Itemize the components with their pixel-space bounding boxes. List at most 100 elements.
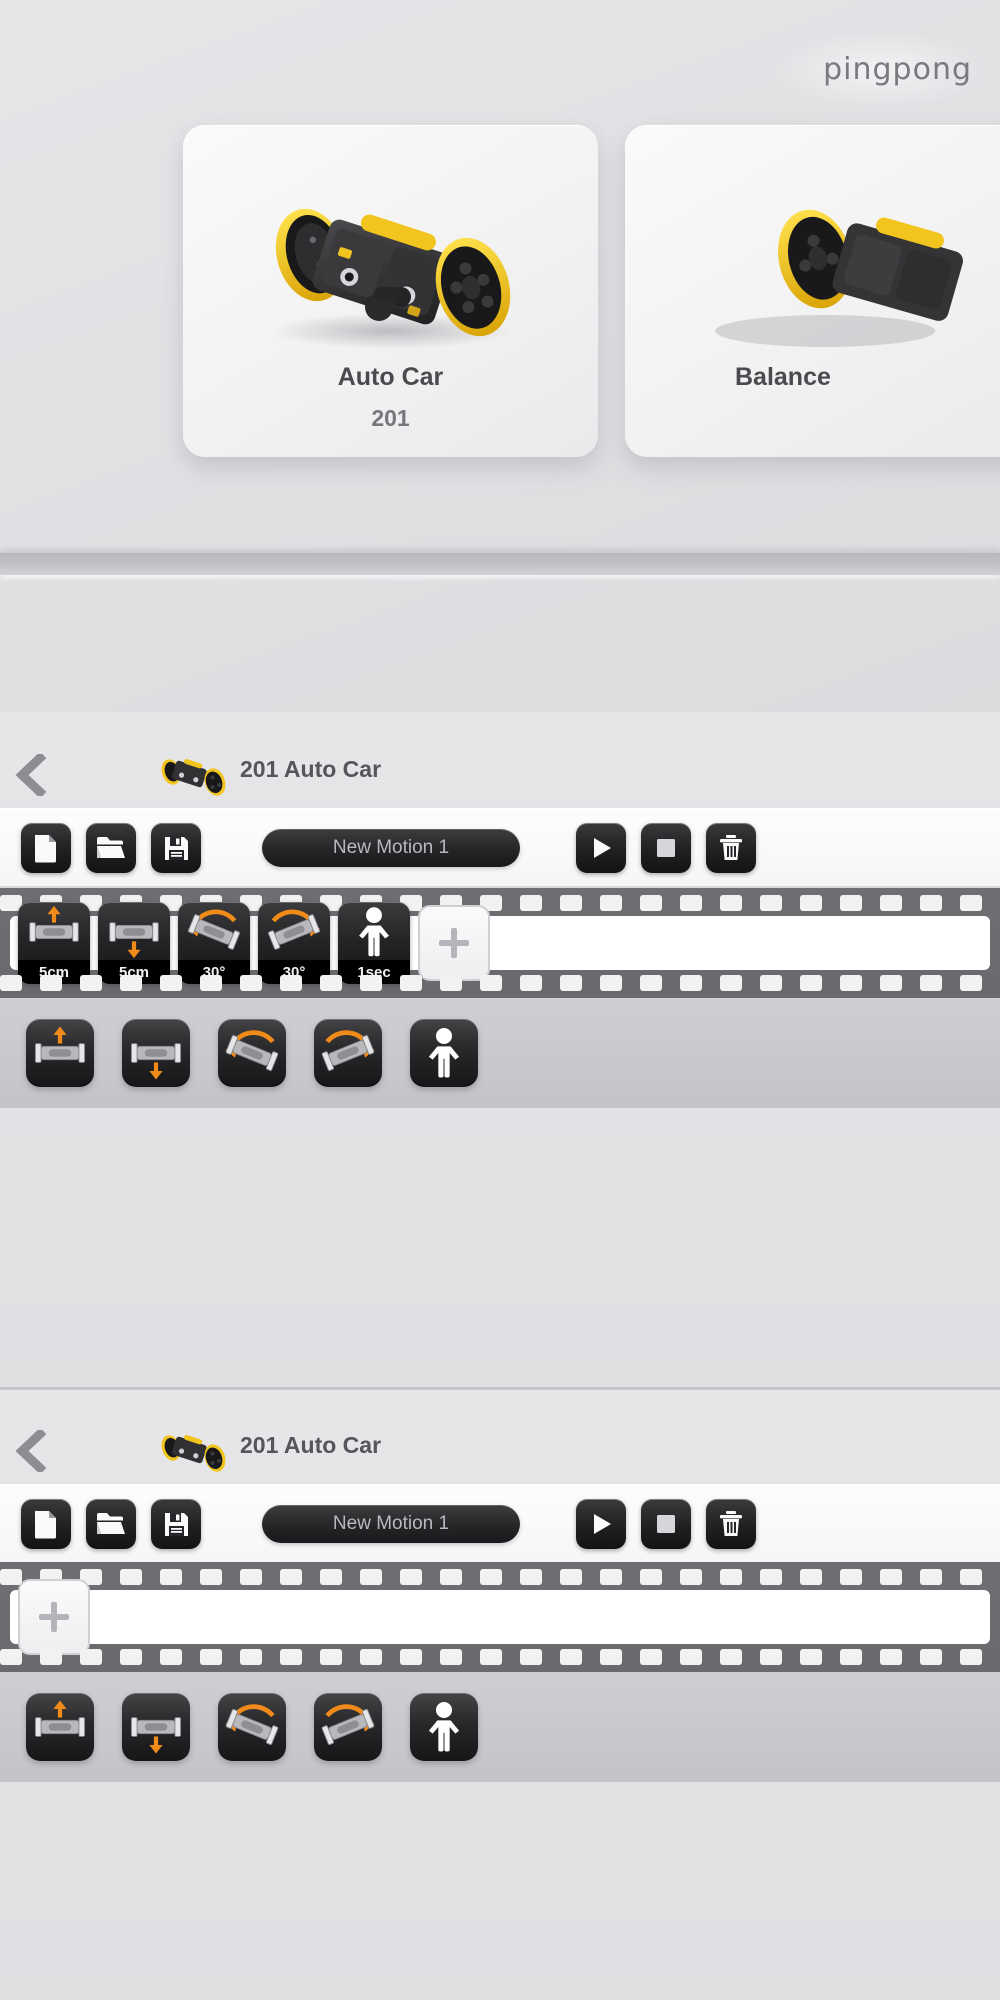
keyframe-tile[interactable]: 1sec bbox=[338, 902, 410, 984]
stop-icon bbox=[653, 835, 679, 861]
editor-title: 201 Auto Car bbox=[240, 756, 382, 782]
palette-move-up-button[interactable] bbox=[26, 1019, 94, 1087]
save-button[interactable] bbox=[151, 823, 201, 873]
film-perforation bbox=[360, 975, 382, 991]
keyframe-filmstrip-1[interactable]: 5cm 5cm 30° 30° 1sec bbox=[0, 888, 1000, 998]
film-perforation bbox=[640, 975, 662, 991]
film-perforation bbox=[880, 1649, 902, 1665]
film-perforation bbox=[840, 1649, 862, 1665]
open-folder-icon bbox=[96, 835, 126, 861]
film-perforation bbox=[680, 1649, 702, 1665]
film-perforation bbox=[80, 1649, 102, 1665]
film-perforation bbox=[120, 975, 142, 991]
film-perforation bbox=[320, 1569, 342, 1585]
film-perforation bbox=[640, 1649, 662, 1665]
play-icon bbox=[588, 1511, 614, 1537]
film-perforation bbox=[920, 895, 942, 911]
chevron-left-icon[interactable] bbox=[14, 754, 48, 796]
film-perforation bbox=[960, 895, 982, 911]
motion-name-input[interactable]: New Motion 1 bbox=[262, 829, 520, 867]
model-card-title: Auto Car bbox=[337, 363, 444, 391]
play-button[interactable] bbox=[576, 1499, 626, 1549]
keyframe-tile[interactable]: 30° bbox=[178, 902, 250, 984]
film-perforation bbox=[320, 975, 342, 991]
palette-pose-person-button[interactable] bbox=[410, 1019, 478, 1087]
film-perforation bbox=[480, 975, 502, 991]
model-card-code: 201 bbox=[371, 405, 410, 431]
delete-button[interactable] bbox=[706, 1499, 756, 1549]
film-perforation bbox=[520, 975, 542, 991]
film-perforation bbox=[640, 895, 662, 911]
film-perforation bbox=[440, 1649, 462, 1665]
film-perforation bbox=[720, 975, 742, 991]
open-file-button[interactable] bbox=[86, 1499, 136, 1549]
film-perforation bbox=[600, 895, 622, 911]
motion-editor-section-2: 201 Auto Car New Motion 1 bbox=[0, 1390, 1000, 2000]
play-button[interactable] bbox=[576, 823, 626, 873]
keyframe-tile[interactable]: 5cm bbox=[98, 902, 170, 984]
model-card-balance[interactable]: Balance bbox=[625, 125, 1000, 457]
film-perforation bbox=[760, 1649, 782, 1665]
film-perforation bbox=[920, 1649, 942, 1665]
film-perforation bbox=[720, 1649, 742, 1665]
film-perforations-bottom bbox=[0, 975, 1000, 991]
save-button[interactable] bbox=[151, 1499, 201, 1549]
film-perforation bbox=[440, 975, 462, 991]
film-perforation bbox=[280, 1569, 302, 1585]
film-perforation bbox=[840, 975, 862, 991]
model-chooser-section: pingpong Auto Car 201 Balance bbox=[0, 0, 1000, 712]
motion-name-input[interactable]: New Motion 1 bbox=[262, 1505, 520, 1543]
editor-title: 201 Auto Car bbox=[240, 1432, 382, 1458]
new-file-button[interactable] bbox=[21, 1499, 71, 1549]
new-file-icon bbox=[33, 833, 59, 863]
motion-name-value: New Motion 1 bbox=[332, 1513, 450, 1534]
film-perforation bbox=[560, 1649, 582, 1665]
trash-icon bbox=[718, 1510, 744, 1538]
palette-rotate-left-button[interactable] bbox=[218, 1693, 286, 1761]
open-file-button[interactable] bbox=[86, 823, 136, 873]
palette-rotate-right-button[interactable] bbox=[314, 1693, 382, 1761]
stop-button[interactable] bbox=[641, 823, 691, 873]
film-perforation bbox=[720, 1569, 742, 1585]
model-card-auto-car[interactable]: Auto Car 201 bbox=[183, 125, 598, 457]
rotate-right-icon bbox=[258, 904, 330, 960]
film-perforation bbox=[520, 1649, 542, 1665]
palette-move-down-button[interactable] bbox=[122, 1019, 190, 1087]
film-perforation bbox=[400, 975, 422, 991]
palette-pose-person-button[interactable] bbox=[410, 1693, 478, 1761]
film-perforation bbox=[680, 895, 702, 911]
film-perforation bbox=[560, 1569, 582, 1585]
motion-name-value: New Motion 1 bbox=[332, 837, 450, 858]
film-perforation bbox=[920, 1569, 942, 1585]
palette-rotate-right-button[interactable] bbox=[314, 1019, 382, 1087]
film-perforation bbox=[840, 895, 862, 911]
palette-rotate-left-button[interactable] bbox=[218, 1019, 286, 1087]
brand-logo: pingpong bbox=[823, 52, 972, 87]
new-file-button[interactable] bbox=[21, 823, 71, 873]
new-file-icon bbox=[33, 1509, 59, 1539]
film-perforation bbox=[960, 1569, 982, 1585]
open-folder-icon bbox=[96, 1511, 126, 1537]
film-perforation bbox=[0, 1649, 22, 1665]
film-perforation bbox=[160, 1569, 182, 1585]
keyframe-tile[interactable]: 5cm bbox=[18, 902, 90, 984]
keyframe-filmstrip-2[interactable] bbox=[0, 1562, 1000, 1672]
keyframe-tile[interactable]: 30° bbox=[258, 902, 330, 984]
film-perforation bbox=[920, 975, 942, 991]
section-divider-1 bbox=[0, 553, 1000, 575]
add-keyframe-button[interactable] bbox=[18, 1579, 90, 1655]
film-perforation bbox=[360, 1649, 382, 1665]
stop-button[interactable] bbox=[641, 1499, 691, 1549]
film-perforation bbox=[680, 975, 702, 991]
chevron-left-icon[interactable] bbox=[14, 1430, 48, 1472]
film-perforation bbox=[280, 1649, 302, 1665]
filmstrip-track-1: 5cm 5cm 30° 30° 1sec bbox=[10, 902, 990, 984]
rotate-left-icon bbox=[178, 904, 250, 960]
delete-button[interactable] bbox=[706, 823, 756, 873]
palette-move-down-button[interactable] bbox=[122, 1693, 190, 1761]
add-keyframe-button[interactable] bbox=[418, 905, 490, 981]
film-perforation bbox=[960, 975, 982, 991]
editor-toolbar-2: New Motion 1 bbox=[0, 1484, 1000, 1562]
palette-move-up-button[interactable] bbox=[26, 1693, 94, 1761]
film-perforation bbox=[160, 1649, 182, 1665]
